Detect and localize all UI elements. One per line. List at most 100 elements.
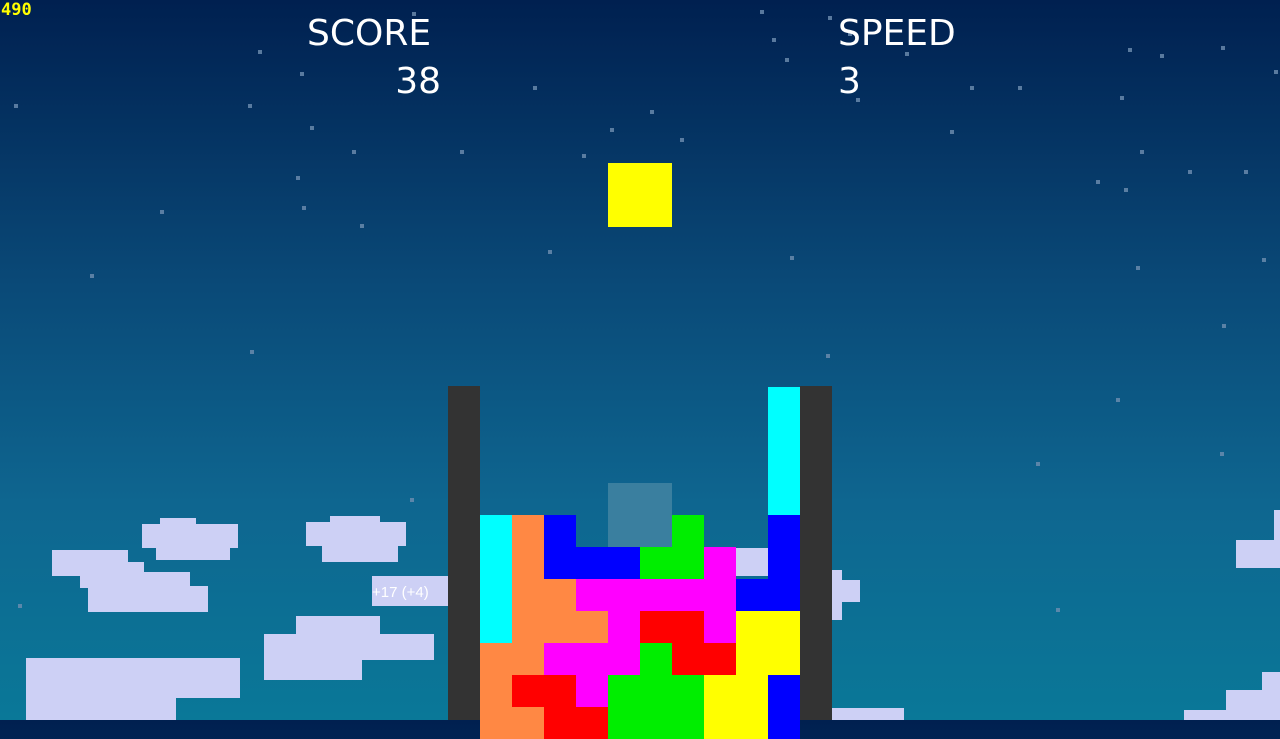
star	[1124, 188, 1128, 192]
cloud	[1262, 672, 1280, 692]
block-magenta	[704, 611, 736, 643]
block-magenta	[640, 579, 672, 611]
block-green	[672, 547, 704, 579]
block-yellow	[768, 643, 800, 675]
block-blue	[768, 579, 800, 611]
star	[302, 206, 306, 210]
block-orange	[512, 643, 544, 675]
block-orange	[512, 707, 544, 739]
star	[760, 10, 764, 14]
block-red	[512, 675, 544, 707]
block-orange	[512, 515, 544, 547]
star	[650, 110, 654, 114]
block-blue	[576, 547, 608, 579]
block-yellow	[736, 611, 768, 643]
star	[1222, 324, 1226, 328]
cloud	[26, 658, 240, 698]
block-cyan	[480, 579, 512, 611]
star	[790, 256, 794, 260]
cloud	[736, 548, 768, 576]
star	[1221, 46, 1225, 50]
block-green	[640, 547, 672, 579]
star	[248, 104, 252, 108]
star	[460, 150, 464, 154]
block-blue	[544, 547, 576, 579]
block-magenta	[544, 643, 576, 675]
block-magenta	[576, 643, 608, 675]
cloud	[832, 580, 860, 602]
block-orange	[576, 611, 608, 643]
block-magenta	[608, 579, 640, 611]
block-cyan	[480, 547, 512, 579]
block-green	[640, 675, 672, 707]
star	[18, 604, 22, 608]
block-green	[608, 675, 640, 707]
star	[1096, 180, 1100, 184]
block-yellow	[736, 675, 768, 707]
star	[1262, 258, 1266, 262]
star	[310, 126, 314, 130]
speed-value: 3	[838, 61, 861, 102]
block-blue	[768, 547, 800, 579]
star	[785, 58, 789, 62]
star	[1274, 70, 1278, 74]
score-label: SCORE	[307, 13, 432, 54]
right-wall	[800, 386, 832, 720]
block-orange	[512, 611, 544, 643]
block-magenta	[608, 611, 640, 643]
star	[826, 354, 830, 358]
star	[1136, 266, 1140, 270]
star	[1220, 452, 1224, 456]
block-red	[704, 643, 736, 675]
star	[828, 16, 832, 20]
cloud	[26, 696, 176, 720]
star	[258, 50, 262, 54]
block-orange	[544, 579, 576, 611]
block-orange	[480, 675, 512, 707]
block-cyan	[480, 611, 512, 643]
star	[950, 130, 954, 134]
cloud	[832, 708, 904, 720]
block-green	[608, 707, 640, 739]
block-cyan	[768, 483, 800, 515]
block-green	[640, 707, 672, 739]
block-blue	[608, 547, 640, 579]
cloud	[264, 658, 362, 680]
block-orange	[480, 643, 512, 675]
block-green	[672, 515, 704, 547]
block-blue	[768, 707, 800, 739]
cloud	[1184, 710, 1228, 720]
block-magenta	[672, 579, 704, 611]
block-yellow	[704, 675, 736, 707]
star	[296, 176, 300, 180]
block-yellow	[704, 707, 736, 739]
block-yellow	[736, 643, 768, 675]
ghost-piece	[608, 483, 672, 547]
cloud	[142, 524, 238, 548]
star	[300, 72, 304, 76]
star	[1244, 170, 1248, 174]
star	[160, 210, 164, 214]
cloud	[156, 546, 230, 560]
block-cyan	[480, 515, 512, 547]
block-cyan	[768, 387, 800, 419]
star	[14, 104, 18, 108]
star	[680, 138, 684, 142]
block-orange	[544, 611, 576, 643]
block-magenta	[576, 675, 608, 707]
star	[352, 150, 356, 154]
block-cyan	[768, 451, 800, 483]
block-red	[640, 611, 672, 643]
block-green	[672, 675, 704, 707]
star	[1140, 150, 1144, 154]
block-blue	[768, 515, 800, 547]
block-red	[672, 643, 704, 675]
block-green	[672, 707, 704, 739]
cloud	[264, 634, 434, 660]
star	[533, 86, 537, 90]
block-green	[640, 643, 672, 675]
block-magenta	[704, 547, 736, 579]
block-red	[544, 707, 576, 739]
star	[610, 128, 614, 132]
block-yellow	[768, 611, 800, 643]
